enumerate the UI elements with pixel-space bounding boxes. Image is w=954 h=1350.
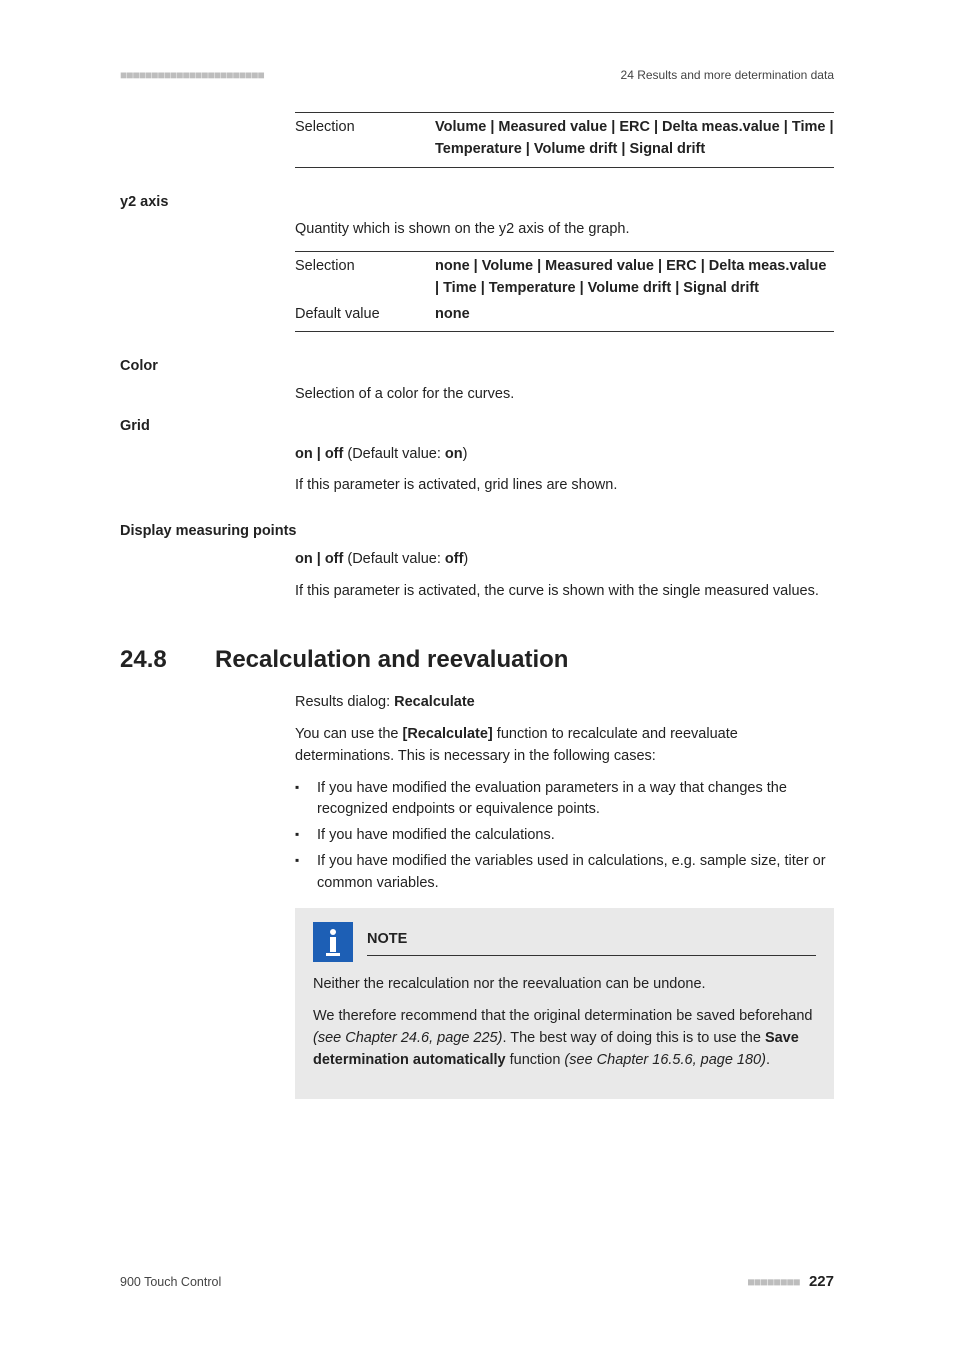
list-item: If you have modified the calculations. <box>295 825 834 847</box>
header-dots: ■■■■■■■■■■■■■■■■■■■■■■■ <box>120 68 264 82</box>
recalc-intro: You can use the [Recalculate] function t… <box>295 724 834 768</box>
grid-label: Grid <box>120 416 834 438</box>
note-paragraph-2: We therefore recommend that the original… <box>313 1006 816 1071</box>
footer-dots: ■■■■■■■■ <box>747 1275 799 1289</box>
page-number: 227 <box>809 1273 834 1290</box>
color-description: Selection of a color for the curves. <box>295 384 834 406</box>
section-number: 24.8 <box>120 642 215 678</box>
section-heading: 24.8 Recalculation and reevaluation <box>120 642 834 678</box>
note-title: NOTE <box>367 929 816 951</box>
measuring-points-description: If this parameter is activated, the curv… <box>295 581 834 603</box>
grid-options: on | off (Default value: on) <box>295 444 834 466</box>
recalc-cases-list: If you have modified the evaluation para… <box>295 778 834 895</box>
color-label: Color <box>120 356 834 378</box>
breadcrumb: 24 Results and more determination data <box>621 68 834 82</box>
section-title: Recalculation and reevaluation <box>215 642 568 678</box>
measuring-points-label: Display measuring points <box>120 521 834 543</box>
list-item: If you have modified the variables used … <box>295 851 834 895</box>
results-dialog-ref: Results dialog: Recalculate <box>295 692 834 714</box>
y2-default-value: none <box>435 304 834 326</box>
selection-value: Volume | Measured value | ERC | Delta me… <box>435 117 834 161</box>
list-item: If you have modified the evaluation para… <box>295 778 834 822</box>
selection-label: Selection <box>295 256 435 300</box>
info-icon <box>313 922 353 962</box>
measuring-points-options: on | off (Default value: off) <box>295 549 834 571</box>
y2-selection-row: Selection none | Volume | Measured value… <box>295 251 834 300</box>
page-content: Selection Volume | Measured value | ERC … <box>120 112 834 1099</box>
y2-selection-value: none | Volume | Measured value | ERC | D… <box>435 256 834 300</box>
y2-default-row: Default value none <box>295 300 834 333</box>
selection-label: Selection <box>295 117 435 161</box>
note-box: NOTE Neither the recalculation nor the r… <box>295 908 834 1099</box>
grid-description: If this parameter is activated, grid lin… <box>295 475 834 497</box>
default-label: Default value <box>295 304 435 326</box>
y1-selection-row: Selection Volume | Measured value | ERC … <box>295 112 834 168</box>
note-divider <box>367 955 816 956</box>
y2-axis-description: Quantity which is shown on the y2 axis o… <box>295 219 834 241</box>
note-paragraph-1: Neither the recalculation nor the reeval… <box>313 974 816 996</box>
y2-axis-label: y2 axis <box>120 192 834 214</box>
page-header: ■■■■■■■■■■■■■■■■■■■■■■■ 24 Results and m… <box>120 68 834 82</box>
page-footer: 900 Touch Control ■■■■■■■■ 227 <box>120 1273 834 1290</box>
footer-product: 900 Touch Control <box>120 1275 221 1289</box>
